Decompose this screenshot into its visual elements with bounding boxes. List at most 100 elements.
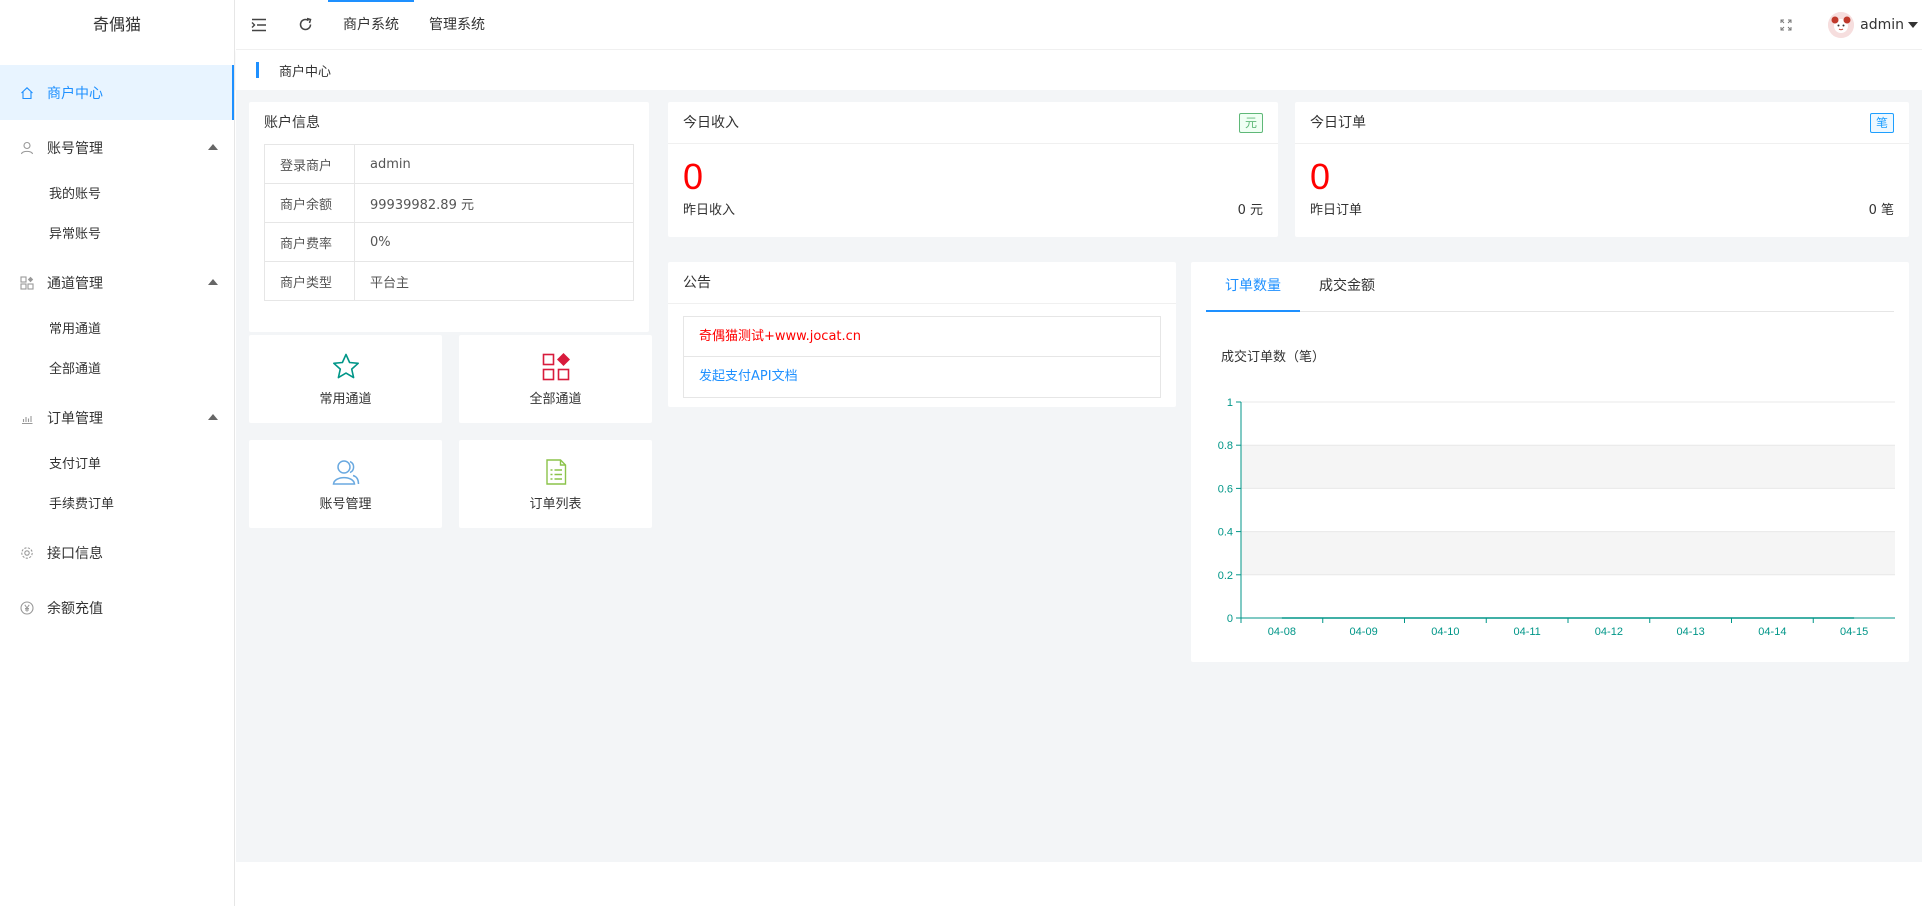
star-icon: [332, 353, 359, 378]
chart-y-tick-label: 0.4: [1218, 527, 1233, 539]
shortcut-account-mgmt[interactable]: 账号管理: [249, 440, 442, 528]
notice-item-api-doc[interactable]: 发起支付API文档: [684, 357, 1160, 397]
top-header: 商户系统 管理系统 admin: [236, 0, 1922, 50]
sidebar-subitem-all-channel[interactable]: 全部通道: [0, 350, 234, 390]
chart-x-tick-label: 04-10: [1431, 626, 1459, 638]
chevron-up-icon: [208, 279, 218, 285]
chart-y-tick-label: 0.8: [1218, 440, 1233, 452]
yen-icon: [20, 600, 34, 615]
shortcut-label: 账号管理: [319, 496, 372, 512]
sidebar-item-merchant-center[interactable]: 商户中心: [0, 65, 234, 120]
today-orders-card: 今日订单 笔 0 昨日订单 0 笔: [1295, 102, 1909, 237]
shortcut-common-channel[interactable]: 常用通道: [249, 335, 442, 423]
account-info-title: 账户信息: [264, 115, 320, 131]
sidebar-subitem-common-channel[interactable]: 常用通道: [0, 310, 234, 350]
chevron-up-icon: [208, 144, 218, 150]
sidebar-item-label: 商户中心: [47, 85, 103, 102]
notice-list: 奇偶猫测试+www.jocat.cn 发起支付API文档: [683, 316, 1161, 398]
today-income-card: 今日收入 元 0 昨日收入 0 元: [668, 102, 1278, 237]
user-icon: [20, 141, 34, 155]
apps-icon: [20, 275, 34, 290]
breadcrumb-marker: [256, 62, 259, 78]
chart-grid-band: [1241, 445, 1895, 489]
user-menu[interactable]: admin: [1828, 12, 1922, 38]
orders-unit-badge: 笔: [1869, 113, 1894, 133]
sidebar-subitem-abnormal-account[interactable]: 异常账号: [0, 215, 234, 255]
sidebar-item-account-mgmt[interactable]: 账号管理: [0, 120, 234, 175]
shortcut-all-channel[interactable]: 全部通道: [459, 335, 652, 423]
account-info-card: 账户信息 登录商户 admin 商户余额 99939982.89 元 商户费率 …: [249, 102, 649, 332]
shortcut-label: 全部通道: [529, 391, 582, 407]
account-key: 商户费率: [264, 222, 355, 262]
collapse-sidebar-button[interactable]: [236, 0, 282, 50]
orders-yesterday-row: 昨日订单 0 笔: [1295, 199, 1909, 218]
sidebar-item-label: 账号管理: [47, 140, 103, 157]
nav-admin-system[interactable]: 管理系统: [414, 0, 500, 50]
chevron-up-icon: [208, 414, 218, 420]
income-yesterday-label: 昨日收入: [683, 203, 736, 218]
chart-grid-band: [1241, 531, 1895, 575]
income-yesterday-row: 昨日收入 0 元: [668, 199, 1278, 218]
notice-card: 公告 奇偶猫测试+www.jocat.cn 发起支付API文档: [668, 262, 1176, 407]
orders-title: 今日订单 笔: [1295, 102, 1909, 144]
chart-y-tick-label: 0.2: [1218, 570, 1233, 582]
refresh-button[interactable]: [282, 0, 328, 50]
fullscreen-button[interactable]: [1766, 0, 1806, 50]
account-info-table: 登录商户 admin 商户余额 99939982.89 元 商户费率 0% 商户…: [264, 144, 634, 301]
notice-item-test[interactable]: 奇偶猫测试+www.jocat.cn: [684, 317, 1160, 357]
nav-merchant-system[interactable]: 商户系统: [328, 0, 414, 50]
income-title-text: 今日收入: [683, 115, 739, 131]
sidebar-subitem-pay-orders[interactable]: 支付订单: [0, 445, 234, 485]
chart-x-tick-label: 04-15: [1840, 626, 1868, 638]
gear-icon: [20, 546, 34, 560]
username: admin: [1860, 17, 1904, 33]
account-key: 商户类型: [264, 261, 355, 301]
sidebar-subitem-my-account[interactable]: 我的账号: [0, 175, 234, 215]
income-title: 今日收入 元: [668, 102, 1278, 144]
sidebar-menu: 商户中心 账号管理 我的账号 异常账号 通道管理 常用通道 全部通道 订单管理: [0, 65, 234, 635]
order-chart-card: 订单数量 成交金额 成交订单数（笔） 0 0.2 0.4 0.6 0.8 1 04-08 04…: [1191, 262, 1909, 662]
table-row: 登录商户 admin: [264, 144, 634, 184]
account-value: admin: [354, 144, 634, 184]
refresh-icon: [299, 17, 311, 31]
sidebar-item-channel-mgmt[interactable]: 通道管理: [0, 255, 234, 310]
chart-x-tick-label: 04-08: [1268, 626, 1296, 638]
sidebar-item-order-mgmt[interactable]: 订单管理: [0, 390, 234, 445]
account-value: 0%: [354, 222, 634, 262]
chart-icon: [20, 411, 34, 425]
shortcut-label: 订单列表: [529, 496, 582, 512]
chart-x-tick-label: 04-11: [1513, 626, 1540, 638]
chart-y-tick-label: 0: [1227, 613, 1233, 625]
header-right: admin: [1766, 0, 1922, 50]
income-value: 0: [683, 156, 704, 197]
chart-x-tick-label: 04-12: [1595, 626, 1623, 638]
income-unit-badge: 元: [1238, 113, 1263, 133]
table-row: 商户费率 0%: [264, 222, 634, 262]
list-icon: [545, 458, 566, 485]
home-icon: [20, 86, 34, 100]
sidebar-item-api-info[interactable]: 接口信息: [0, 525, 234, 580]
shortcut-label: 常用通道: [319, 391, 372, 407]
sidebar: 奇偶猫 商户中心 账号管理 我的账号 异常账号 通道管理 常用通道 全部通道 订…: [0, 0, 235, 906]
order-count-chart: 0 0.2 0.4 0.6 0.8 1 04-08 04-09 04-10 04-11 04-12 0…: [1218, 397, 1895, 638]
account-value: 99939982.89 元: [354, 183, 634, 223]
caret-down-icon: [1908, 22, 1918, 28]
fullscreen-icon: [1780, 19, 1792, 31]
sidebar-subitem-fee-orders[interactable]: 手续费订单: [0, 485, 234, 525]
table-row: 商户类型 平台主: [264, 261, 634, 301]
users-icon: [332, 459, 359, 485]
sidebar-item-label: 余额充值: [47, 600, 103, 617]
chart-x-tick-label: 04-13: [1677, 626, 1705, 638]
chart-x-tick-label: 04-14: [1758, 626, 1786, 638]
sidebar-item-label: 订单管理: [47, 410, 103, 427]
chart-y-tick-label: 1: [1227, 397, 1233, 409]
account-key: 登录商户: [264, 144, 355, 184]
shortcut-order-list[interactable]: 订单列表: [459, 440, 652, 528]
sidebar-item-label: 通道管理: [47, 275, 103, 292]
account-value: 平台主: [354, 261, 634, 301]
table-row: 商户余额 99939982.89 元: [264, 183, 634, 223]
orders-yesterday-value: 0 笔: [1868, 203, 1894, 218]
sidebar-item-recharge[interactable]: 余额充值: [0, 580, 234, 635]
orders-yesterday-label: 昨日订单: [1310, 203, 1363, 218]
breadcrumb-current: 商户中心: [279, 64, 332, 80]
